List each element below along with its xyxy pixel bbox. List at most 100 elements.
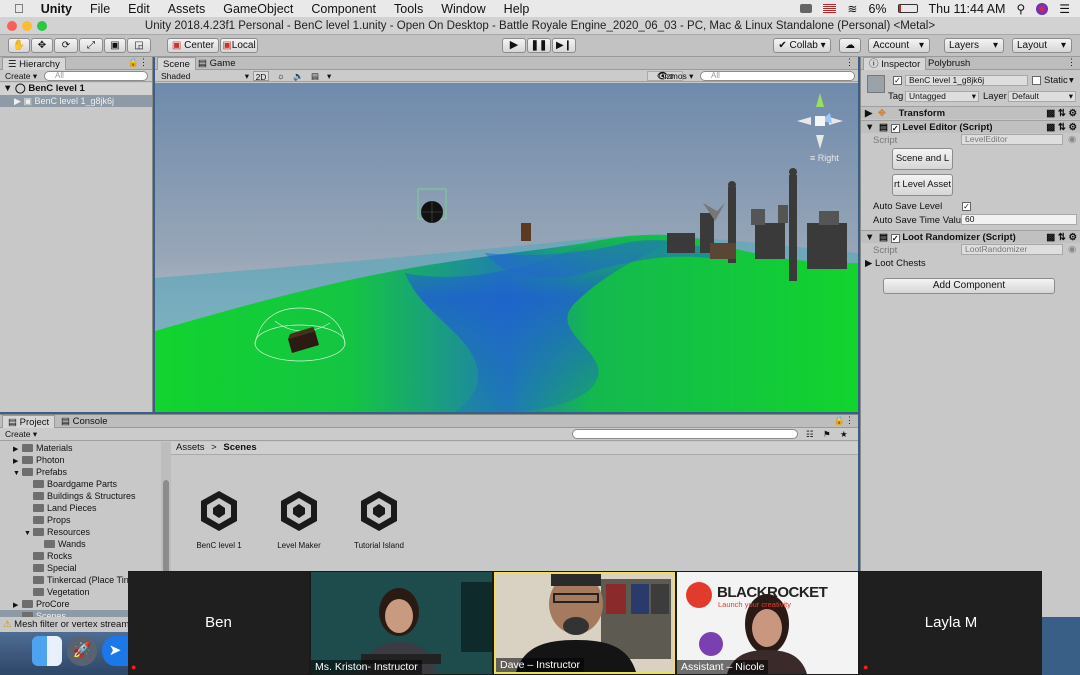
auto-save-time-input[interactable]: 60 — [961, 214, 1077, 225]
menu-file[interactable]: File — [81, 2, 119, 16]
asset-item[interactable]: BenC level 1 — [187, 466, 251, 558]
transform-tool-button[interactable]: ◲ — [127, 38, 151, 53]
export-level-asset-button[interactable]: rt Level Asset — [892, 174, 953, 196]
folder-tree-item[interactable]: Wands — [0, 538, 161, 550]
tab-scene[interactable]: Scene — [157, 57, 196, 70]
search-by-label-icon[interactable]: ⚑ — [823, 429, 831, 439]
panel-menu-icon[interactable]: 🔒⋮ — [128, 57, 148, 68]
level-editor-enabled-checkbox[interactable]: ✓ — [890, 124, 900, 133]
search-by-type-icon[interactable]: ☷ — [806, 429, 814, 439]
effects-dropdown-icon[interactable]: ▾ — [327, 71, 331, 81]
flag-icon[interactable] — [823, 4, 837, 13]
panel-menu-icon[interactable]: ⋮ — [845, 57, 854, 68]
menu-component[interactable]: Component — [302, 2, 385, 16]
auto-save-level-checkbox[interactable]: ✓ — [962, 202, 971, 211]
close-window-button[interactable] — [7, 21, 17, 31]
level-editor-component-header[interactable]: ▼ ▤ ✓ Level Editor (Script) ▩ ⇅ ⚙ — [861, 120, 1080, 133]
asset-item[interactable]: Tutorial Island — [347, 466, 411, 558]
2d-toggle-button[interactable]: 2D — [253, 71, 269, 82]
layout-dropdown[interactable]: Layout ▾ — [1012, 38, 1072, 53]
zoom-window-button[interactable] — [37, 21, 47, 31]
menubar-clock[interactable]: Thu 11:44 AM — [929, 2, 1006, 16]
camera-status-icon[interactable] — [800, 4, 813, 13]
gameobject-active-checkbox[interactable]: ✓ — [893, 76, 902, 85]
shading-mode-dropdown[interactable]: Shaded ▾ — [161, 71, 249, 81]
participant-tile-ben[interactable]: Ben ● — [128, 572, 309, 674]
folder-tree-item[interactable]: ▶ Photon — [0, 454, 161, 466]
siri-icon[interactable] — [1036, 2, 1049, 15]
component-settings-icon[interactable]: ▩ ⇅ ⚙ — [1046, 107, 1077, 120]
scene-viewport[interactable]: ≡ Right — [155, 83, 858, 412]
asset-item[interactable]: Level Maker — [267, 466, 331, 558]
cloud-button[interactable]: ☁ — [839, 38, 861, 53]
object-picker-icon[interactable]: ◉ — [1068, 134, 1078, 145]
hierarchy-object-row[interactable]: ▶ ▣ BenC level 1_g8jk6j — [0, 95, 152, 107]
tab-hierarchy[interactable]: ☰ Hierarchy — [2, 57, 66, 70]
tab-inspector[interactable]: ⓘ Inspector — [863, 57, 927, 70]
tag-dropdown[interactable]: Untagged ▾ — [905, 91, 979, 102]
menu-help[interactable]: Help — [495, 2, 539, 16]
transform-component-header[interactable]: ▶ ✥ Transform ▩ ⇅ ⚙ — [861, 106, 1080, 119]
add-component-button[interactable]: Add Component — [883, 278, 1055, 294]
wifi-icon[interactable]: ≋ — [847, 2, 857, 16]
menu-window[interactable]: Window — [432, 2, 494, 16]
spotlight-search-icon[interactable]: ⚲ — [1016, 2, 1025, 16]
scene-lighting-icon[interactable]: ☼ — [277, 71, 285, 81]
breadcrumb-scenes[interactable]: Scenes — [223, 442, 256, 453]
static-dropdown-icon[interactable]: ▾ — [1069, 75, 1079, 86]
collapse-arrow-icon[interactable]: ▼ — [861, 122, 874, 133]
hand-tool-button[interactable]: ✋ — [8, 38, 30, 53]
pause-button[interactable]: ❚❚ — [527, 38, 551, 53]
menu-assets[interactable]: Assets — [159, 2, 215, 16]
layers-dropdown[interactable]: Layers ▾ — [944, 38, 1004, 53]
layer-dropdown[interactable]: Default ▾ — [1008, 91, 1076, 102]
project-create-button[interactable]: Create ▾ — [5, 429, 37, 439]
notification-center-icon[interactable]: ☰ — [1059, 2, 1070, 16]
folder-tree-item[interactable]: ▼ Resources — [0, 526, 161, 538]
step-button[interactable]: ▶❙ — [552, 38, 576, 53]
scene-audio-icon[interactable]: 🔈 — [293, 71, 304, 81]
expand-arrow-icon[interactable]: ▼ — [3, 83, 12, 94]
folder-tree-item[interactable]: Boardgame Parts — [0, 478, 161, 490]
folder-tree-item[interactable]: ▶ Materials — [0, 442, 161, 454]
loot-randomizer-enabled-checkbox[interactable]: ✓ — [890, 234, 900, 243]
apple-menu-icon[interactable]:  — [0, 1, 32, 16]
pivot-local-button[interactable]: ▣Local — [220, 38, 258, 53]
tab-console[interactable]: ▤ Console — [56, 415, 112, 428]
panel-menu-icon[interactable]: 🔒⋮ — [834, 415, 854, 426]
participant-tile-dave[interactable]: Dave – Instructor — [494, 572, 675, 674]
hierarchy-scene-row[interactable]: ▼ ◯ BenC level 1 — [0, 83, 152, 95]
loot-chests-foldout[interactable]: ▶ Loot Chests — [865, 258, 985, 269]
safari-dock-icon[interactable]: ➤ — [102, 636, 128, 666]
minimize-window-button[interactable] — [22, 21, 32, 31]
project-search-input[interactable] — [572, 429, 798, 439]
scene-render[interactable] — [155, 83, 858, 412]
battery-icon[interactable] — [897, 4, 918, 13]
rotate-tool-button[interactable]: ⟳ — [54, 38, 78, 53]
expand-arrow-icon[interactable]: ▶ — [861, 108, 872, 119]
object-picker-icon[interactable]: ◉ — [1068, 244, 1078, 255]
static-checkbox[interactable] — [1032, 76, 1041, 85]
participant-tile-kriston[interactable]: Ms. Kriston- Instructor — [311, 572, 492, 674]
scene-effects-icon[interactable]: ▤ — [311, 71, 319, 81]
collapse-arrow-icon[interactable]: ▼ — [861, 232, 874, 243]
participant-tile-nicole[interactable]: BLACKROCKET Launch your creativity Assis… — [677, 572, 858, 674]
scale-tool-button[interactable]: ⤢ — [79, 38, 103, 53]
panel-menu-icon[interactable]: ⋮ — [1067, 57, 1076, 68]
expand-arrow-icon[interactable]: ▶ — [865, 258, 872, 269]
app-menu-unity[interactable]: Unity — [32, 2, 81, 16]
loot-randomizer-component-header[interactable]: ▼ ▤ ✓ Loot Randomizer (Script) ▩ ⇅ ⚙ — [861, 230, 1080, 243]
menu-tools[interactable]: Tools — [385, 2, 432, 16]
save-scene-button[interactable]: Scene and L — [892, 148, 953, 170]
tab-polybrush[interactable]: Polybrush — [923, 57, 975, 70]
component-settings-icon[interactable]: ▩ ⇅ ⚙ — [1046, 231, 1077, 244]
folder-tree-item[interactable]: Buildings & Structures — [0, 490, 161, 502]
collapse-arrow-icon[interactable]: ▶ — [14, 96, 21, 106]
collab-button[interactable]: ✔ Collab ▾ — [773, 38, 831, 53]
pivot-center-button[interactable]: ▣ Center — [167, 38, 219, 53]
folder-tree-item[interactable]: ▼ Prefabs — [0, 466, 161, 478]
gizmos-dropdown[interactable]: Gizmos ▾ — [658, 71, 698, 81]
component-settings-icon[interactable]: ▩ ⇅ ⚙ — [1046, 121, 1077, 134]
scene-search-input[interactable]: All — [700, 71, 855, 81]
play-button[interactable]: ▶ — [502, 38, 526, 53]
